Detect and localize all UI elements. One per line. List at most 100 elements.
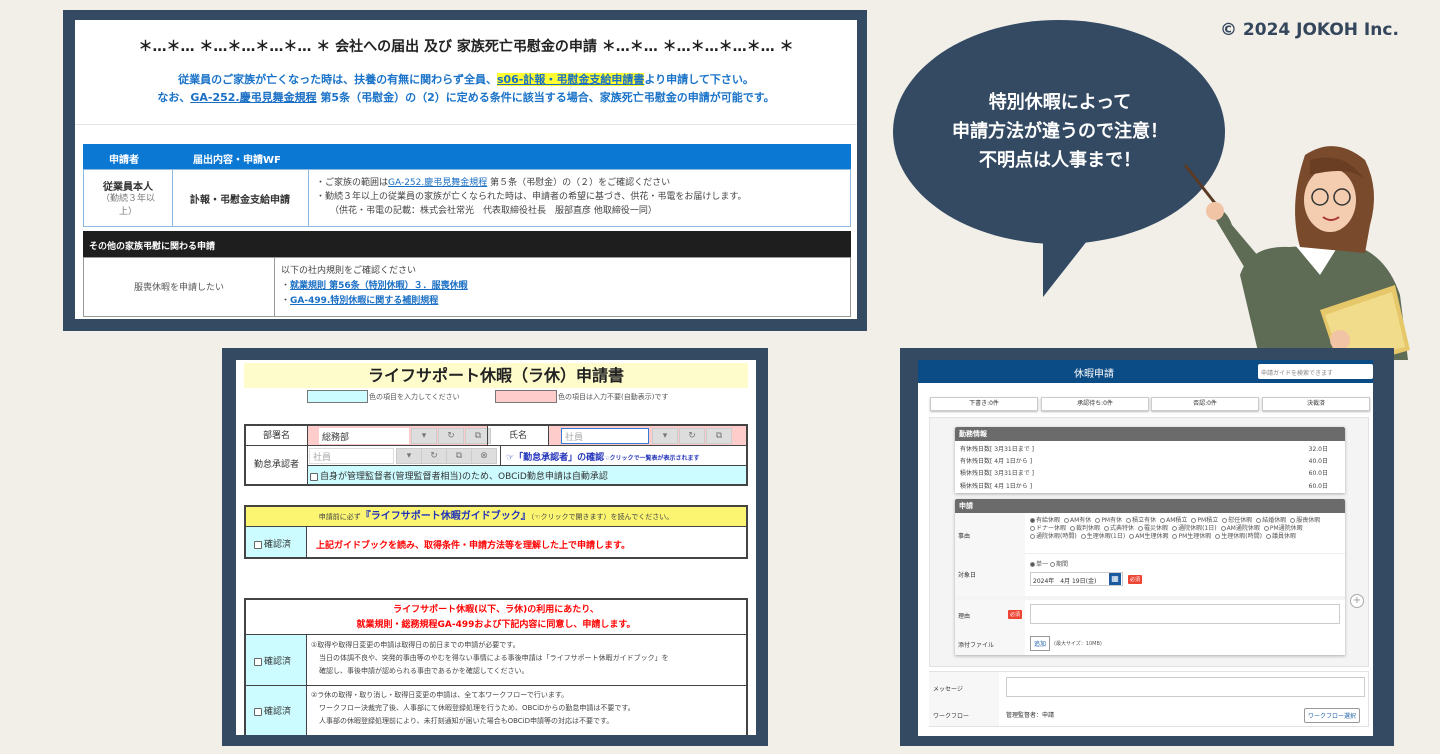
form-title: ライフサポート休暇（ラ休）申請書 [244, 363, 748, 388]
radio-label: 服喪休暇 [1296, 517, 1321, 524]
name-input[interactable]: 社員 [561, 428, 649, 444]
copy-icon[interactable]: ⧉ [446, 448, 472, 464]
reason-radio-option[interactable]: 有給休暇 [1030, 517, 1060, 525]
bubble-line: 申請方法が違うので注意！ [952, 121, 1168, 142]
s06-form-link[interactable]: s06-訃報・弔慰金支給申請書 [496, 73, 645, 86]
reason-radio-option[interactable]: 生理休暇(時間) [1215, 533, 1262, 541]
chevron-down-icon[interactable]: ▾ [652, 428, 678, 444]
workflow-select-button[interactable]: ワークフロー選択 [1304, 708, 1361, 723]
refresh-icon[interactable]: ↻ [679, 428, 705, 444]
copy-icon[interactable]: ⧉ [706, 428, 732, 444]
legend-input-swatch [307, 390, 368, 403]
radio-label: 罹災休暇 [1144, 525, 1169, 532]
chevron-down-icon[interactable]: ▾ [396, 448, 422, 464]
text: 従業員のご家族が亡くなった時は、扶養の有無に関わらず全員、 [178, 73, 497, 86]
radio-icon[interactable] [1265, 534, 1271, 539]
radio-icon[interactable] [1220, 526, 1226, 531]
message-label: メッセージ [933, 686, 963, 693]
reason-textarea[interactable] [1030, 604, 1340, 624]
reason-radio-option[interactable]: 服喪休暇 [1290, 517, 1320, 525]
radio-icon[interactable] [1215, 534, 1221, 539]
radio-icon[interactable] [1256, 518, 1262, 523]
rule-item: ・就業規則 第56条（特別休暇）３．服喪休暇 [281, 281, 468, 291]
radio-icon[interactable] [1263, 526, 1269, 531]
reason-radio-option[interactable]: ドナー休暇 [1030, 525, 1066, 533]
radio-label: PM生理休暇 [1178, 533, 1212, 540]
reason-radio-option[interactable]: 議員休暇 [1265, 533, 1296, 541]
approver-input[interactable]: 社員 [309, 448, 394, 464]
tab-drafts[interactable]: 下書き:0件 [930, 397, 1038, 411]
guidebook-link[interactable]: 『ライフサポート休暇ガイドブック』 [361, 511, 531, 522]
applicant-note: （勤続３年以上） [100, 194, 155, 217]
reason-radio-option[interactable]: 生理休暇(1日) [1080, 533, 1125, 541]
self-approve-checkbox[interactable] [310, 472, 318, 481]
reason-radio-option[interactable]: 裁判休暇 [1070, 525, 1100, 533]
radio-icon[interactable] [1191, 518, 1197, 523]
radio-icon[interactable] [1129, 534, 1135, 539]
chevron-down-icon[interactable]: ▾ [411, 428, 437, 444]
radio-icon[interactable] [1080, 534, 1086, 539]
calendar-icon[interactable]: ▦ [1109, 573, 1121, 585]
radio-icon[interactable] [1070, 526, 1076, 531]
reason-radio-option[interactable]: PM積立 [1191, 517, 1218, 525]
radio-label: 通院休暇(1日) [1178, 525, 1217, 532]
reason-radio-option[interactable]: AM有休 [1064, 517, 1091, 525]
radio-icon[interactable] [1030, 534, 1035, 539]
approver-check: ☞「勤怠承認者」の確認☜クリックで一覧表が表示されます [506, 450, 699, 463]
radio-label: 期間 [1055, 561, 1068, 568]
tab-approved[interactable]: 決裁済 [1262, 397, 1370, 411]
reason-radio-option[interactable]: 罹災休暇 [1138, 525, 1168, 533]
approver-link[interactable]: ☞「勤怠承認者」の確認 [506, 453, 604, 463]
reason-radio-option[interactable]: AM通院休暇 [1220, 525, 1260, 533]
radio-label: 式典特休 [1110, 525, 1135, 532]
reason-radio-option[interactable]: PM有休 [1095, 517, 1122, 525]
reason-radio-option[interactable]: 通院休暇(1日) [1172, 525, 1217, 533]
reason-radio-option[interactable]: PM通院休暇 [1263, 525, 1303, 533]
ga252-link[interactable]: GA-252.慶弔見舞金規程 [388, 178, 487, 188]
reason-radio-option[interactable]: 慰任休暇 [1222, 517, 1252, 525]
notice-line-2: なお、GA-252.慶弔見舞金規程 第5条（弔慰金）の（2）に定める条件に該当す… [75, 89, 857, 105]
radio-icon[interactable] [1095, 518, 1101, 523]
attach-add-button[interactable]: 追加 [1030, 636, 1051, 651]
radio-icon[interactable] [1104, 526, 1110, 531]
rule-link[interactable]: GA-499.特別休暇に関する補則規程 [290, 296, 438, 306]
refresh-icon[interactable]: ↻ [438, 428, 464, 444]
radio-icon[interactable] [1138, 526, 1144, 531]
radio-icon[interactable] [1030, 518, 1035, 523]
reason-radio-option[interactable]: 結婚休暇 [1256, 517, 1286, 525]
radio-icon[interactable] [1030, 526, 1035, 531]
confirm-checkbox[interactable] [254, 657, 262, 666]
reason-radio-option[interactable]: AM積立 [1160, 517, 1187, 525]
reason-radio-option[interactable]: PM生理休暇 [1172, 533, 1211, 541]
item-line: ②ラ休の取得・取り消し・取得日変更の申請は、全て本ワークフローで行います。 [311, 691, 569, 699]
tab-rejected[interactable]: 否認:0件 [1151, 397, 1259, 411]
radio-icon[interactable] [1126, 518, 1132, 523]
clear-icon[interactable]: ⊗ [471, 448, 497, 464]
confirm-checkbox[interactable] [254, 707, 262, 716]
agreement-item-1: ①取得や取得日変更の申請は取得日の前日までの申請が必要です。 当日の体調不良や、… [311, 639, 669, 678]
legend-input-text: 色の項目を入力してください [369, 393, 460, 401]
tab-pending[interactable]: 承認待ち:0件 [1041, 397, 1149, 411]
confirm-checkbox[interactable] [254, 540, 262, 549]
radio-icon[interactable] [1064, 518, 1070, 523]
ga252-link[interactable]: GA-252.慶弔見舞金規程 [190, 91, 316, 104]
add-icon[interactable]: + [1350, 594, 1364, 608]
radio-icon[interactable] [1172, 526, 1178, 531]
radio-icon[interactable] [1160, 518, 1166, 523]
refresh-icon[interactable]: ↻ [421, 448, 447, 464]
radio-icon[interactable] [1290, 518, 1296, 523]
item-line: ワークフロー決裁完了後、人事部にて休暇登録処理を行うため、OBCiDからの勤怠申… [319, 704, 635, 712]
reason-radio-option[interactable]: AM生理休暇 [1129, 533, 1168, 541]
message-textarea[interactable] [1006, 677, 1365, 697]
reason-radio-option[interactable]: 積立有休 [1126, 517, 1156, 525]
radio-icon[interactable] [1172, 534, 1178, 539]
rule-link[interactable]: 就業規則 第56条（特別休暇）３．服喪休暇 [290, 281, 468, 291]
reason-radio-option[interactable]: 式典特休 [1104, 525, 1134, 533]
reason-radio-option[interactable]: 通院休暇(時間) [1030, 533, 1077, 541]
radio-icon[interactable] [1222, 518, 1228, 523]
radio-single[interactable] [1030, 562, 1035, 567]
dept-input[interactable]: 総務部 [319, 428, 409, 444]
agreement-item-2: ②ラ休の取得・取り消し・取得日変更の申請は、全て本ワークフローで行います。 ワー… [311, 689, 635, 728]
guide-search-input[interactable]: 申請ガイドを検索できます [1258, 364, 1373, 379]
radio-range[interactable] [1049, 562, 1055, 567]
